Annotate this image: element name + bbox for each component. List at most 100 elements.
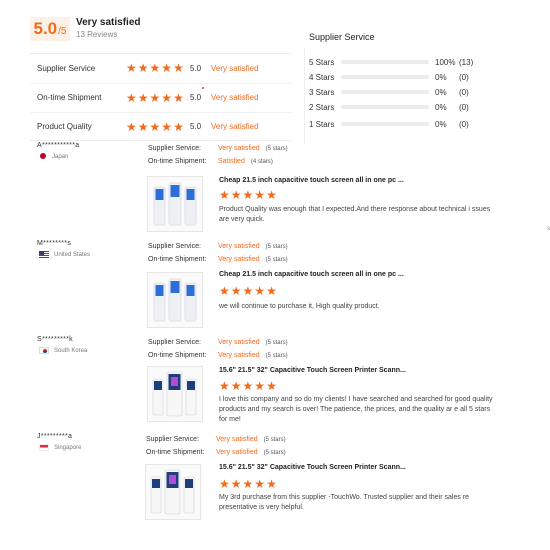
south-korea-flag-icon <box>39 347 49 354</box>
kiosk-center <box>168 182 182 226</box>
meta-value: Very satisfied <box>218 339 260 346</box>
review-item: J*********a Singapore Supplier Service: … <box>30 433 510 528</box>
meta-on-time-shipment: On-time Shipment: Very satisfied (5 star… <box>148 253 288 266</box>
rating-stars: ★ ★ ★ ★ ★ <box>126 92 184 104</box>
distribution-row-2: 2 Stars 0% (0) <box>309 101 469 113</box>
meta-label: On-time Shipment: <box>148 256 207 263</box>
distribution-label: 3 Stars <box>309 87 335 97</box>
meta-star-count: (5 stars) <box>265 256 288 263</box>
star-icon: ★ <box>266 188 277 202</box>
distribution-bar <box>341 90 429 94</box>
review-text: we will continue to purchase it, High qu… <box>219 303 380 310</box>
meta-supplier-service: Supplier Service: Very satisfied (5 star… <box>148 336 288 349</box>
star-icon: ★ <box>242 188 254 202</box>
star-icon: ★ <box>126 61 137 75</box>
kiosk-product-image <box>148 273 202 327</box>
meta-value: Very satisfied <box>216 436 258 443</box>
meta-value: Satisfied <box>218 158 245 165</box>
meta-value: Very satisfied <box>218 352 260 359</box>
kiosk-right <box>184 282 197 322</box>
usa-flag-icon <box>39 251 49 258</box>
review-stars: ★ ★ ★ ★ ★ <box>219 189 277 201</box>
review-text: My 3rd purchase from this supplier -Touc… <box>219 494 470 511</box>
star-icon: ★ <box>149 61 161 75</box>
buyer-name: A***********a <box>37 142 80 149</box>
reviews-count: 13 Reviews <box>76 30 118 39</box>
distribution-count: (0) <box>459 119 469 129</box>
meta-label: On-time Shipment: <box>148 352 207 359</box>
distribution-row-1: 1 Stars 0% (0) <box>309 118 469 130</box>
kiosk-left <box>150 476 162 514</box>
star-icon: ★ <box>266 284 277 298</box>
rating-score: 5.0 <box>190 93 202 102</box>
rating-row-product-quality: Product Quality ★ ★ ★ ★ ★ 5.0 Very satisfied <box>30 112 292 140</box>
star-icon: ★ <box>219 284 230 298</box>
distribution-percent: 0% <box>435 87 447 97</box>
distribution-row-3: 3 Stars 0% (0) <box>309 86 469 98</box>
rating-score: 5.0 <box>190 63 202 73</box>
star-icon: ★ <box>219 379 230 393</box>
meta-supplier-service: Supplier Service: Very satisfied (5 star… <box>148 142 288 155</box>
rating-label: On-time Shipment <box>37 93 102 102</box>
buyer-name: S*********k <box>37 336 73 343</box>
rating-text: Very satisfied <box>211 122 259 131</box>
product-thumbnail[interactable] <box>145 464 201 520</box>
indicator-dot <box>202 87 204 89</box>
review-text: I love this company and so do my clients… <box>219 396 493 423</box>
product-title-link[interactable]: 15.6" 21.5" 32" Capacitive Touch Screen … <box>219 464 406 471</box>
japan-flag-icon <box>39 153 47 160</box>
distribution-bar <box>341 75 429 79</box>
overall-score-badge: 5.0 /5 <box>30 17 70 41</box>
meta-value: Very satisfied <box>216 449 258 456</box>
product-thumbnail[interactable] <box>147 272 203 328</box>
star-icon: ★ <box>230 188 242 202</box>
star-icon: ★ <box>161 119 173 134</box>
distribution-count: (0) <box>459 72 469 82</box>
rating-label: Supplier Service <box>37 63 96 73</box>
meta-label: Supplier Service: <box>148 339 201 346</box>
review-meta: Supplier Service: Very satisfied (5 star… <box>146 433 286 459</box>
product-title-link[interactable]: Cheap 21.5 inch capacitive touch screen … <box>219 177 404 184</box>
distribution-percent: 0% <box>435 72 447 82</box>
meta-star-count: (5 stars) <box>265 145 288 152</box>
star-icon: ★ <box>254 188 266 202</box>
meta-star-count: (5 stars) <box>263 449 286 456</box>
distribution-percent: 100% <box>435 57 456 67</box>
kiosk-product-image <box>148 177 202 231</box>
rating-score: 5.0 <box>190 122 202 131</box>
product-thumbnail[interactable] <box>147 176 203 232</box>
distribution-row-5: 5 Stars 100% (13) <box>309 56 473 68</box>
star-icon: ★ <box>230 284 242 298</box>
meta-value: Very satisfied <box>218 243 260 250</box>
rating-text: Very satisfied <box>211 93 259 102</box>
rating-text: Very satisfied <box>211 63 259 73</box>
review-meta: Supplier Service: Very satisfied (5 star… <box>148 240 288 266</box>
distribution-bar <box>341 60 429 64</box>
rating-stars: ★ ★ ★ ★ ★ <box>126 62 184 74</box>
review-text: Product Quality was enough that I expect… <box>219 206 491 223</box>
review-meta: Supplier Service: Very satisfied (5 star… <box>148 336 288 362</box>
review-item: M********s United States Supplier Servic… <box>30 240 510 332</box>
meta-on-time-shipment: On-time Shipment: Very satisfied (5 star… <box>148 349 288 362</box>
buyer-country: Japan <box>39 153 68 160</box>
buyer-name: M********s <box>37 240 72 247</box>
kiosk-center <box>166 371 183 417</box>
kiosk-left <box>153 186 166 226</box>
meta-star-count: (5 stars) <box>265 243 288 250</box>
product-thumbnail[interactable] <box>147 366 203 422</box>
product-title-link[interactable]: Cheap 21.5 inch capacitive touch screen … <box>219 271 404 278</box>
review-stars: ★ ★ ★ ★ ★ <box>219 380 277 392</box>
product-title-link[interactable]: 15.6" 21.5" 32" Capacitive Touch Screen … <box>219 367 406 374</box>
meta-supplier-service: Supplier Service: Very satisfied (5 star… <box>146 433 286 446</box>
star-icon: ★ <box>242 284 254 298</box>
star-icon: ★ <box>173 90 184 105</box>
star-icon: ★ <box>266 477 277 491</box>
review-stars: ★ ★ ★ ★ ★ <box>219 285 277 297</box>
overall-score-max: /5 <box>58 26 67 37</box>
meta-on-time-shipment: On-time Shipment: Satisfied (4 stars) <box>148 155 288 168</box>
star-icon: ★ <box>219 188 230 202</box>
kiosk-printer-image <box>148 367 202 421</box>
star-icon: ★ <box>254 379 266 393</box>
distribution-row-4: 4 Stars 0% (0) <box>309 71 469 83</box>
distribution-percent: 0% <box>435 119 447 129</box>
